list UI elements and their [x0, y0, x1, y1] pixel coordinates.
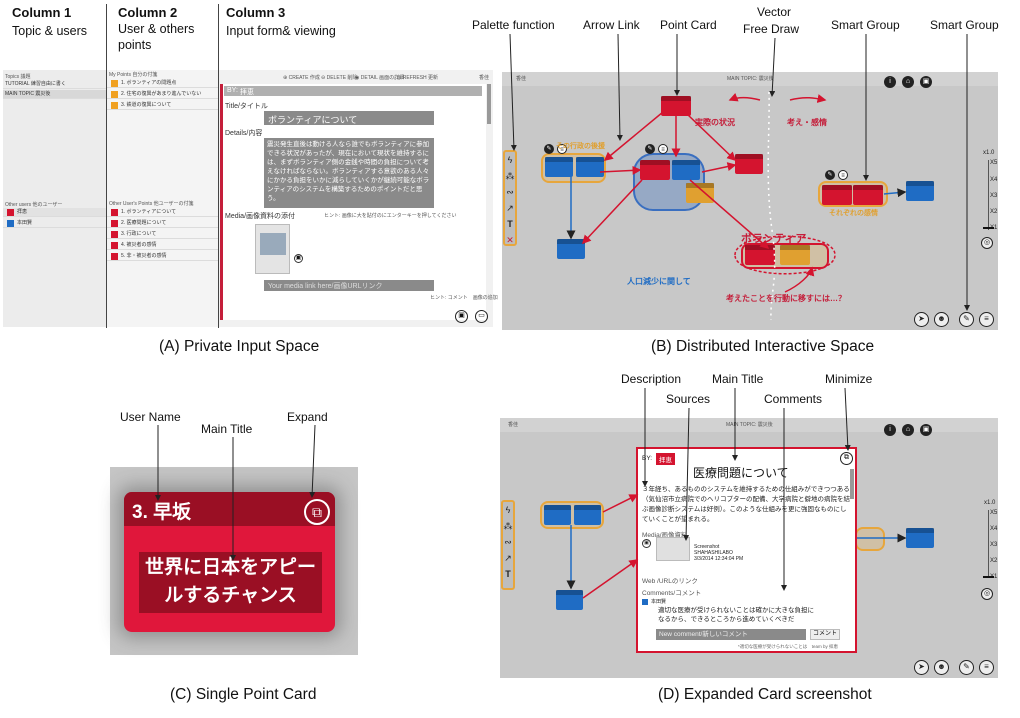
label-arrow	[309, 424, 316, 498]
free-draw-arrow	[784, 266, 815, 293]
free-draw-line	[767, 91, 776, 321]
board-links	[566, 91, 907, 321]
free-draw-ellipse	[734, 235, 836, 275]
label-arrow	[509, 33, 517, 151]
arrow-link	[582, 559, 639, 599]
arrow-link	[581, 179, 643, 245]
panel-d-links	[566, 494, 907, 599]
label-arrow	[769, 37, 776, 97]
label-arrow	[616, 33, 623, 141]
label-arrow	[683, 407, 690, 541]
arrow-link	[603, 111, 664, 161]
free-draw-arrow	[728, 93, 761, 102]
annotation-overlay	[155, 33, 970, 599]
free-draw-arrow	[789, 94, 827, 103]
arrow-link	[689, 179, 770, 249]
panel-d-label-arrows	[642, 387, 851, 591]
arrow-link	[686, 113, 737, 162]
arrow-link	[883, 188, 907, 198]
panel-b-label-arrows	[509, 33, 970, 311]
arrow-link	[602, 494, 639, 513]
label-arrow	[844, 387, 851, 451]
arrow-link	[599, 165, 642, 175]
panel-c-label-arrows	[155, 424, 316, 561]
arrow-link	[701, 162, 737, 173]
